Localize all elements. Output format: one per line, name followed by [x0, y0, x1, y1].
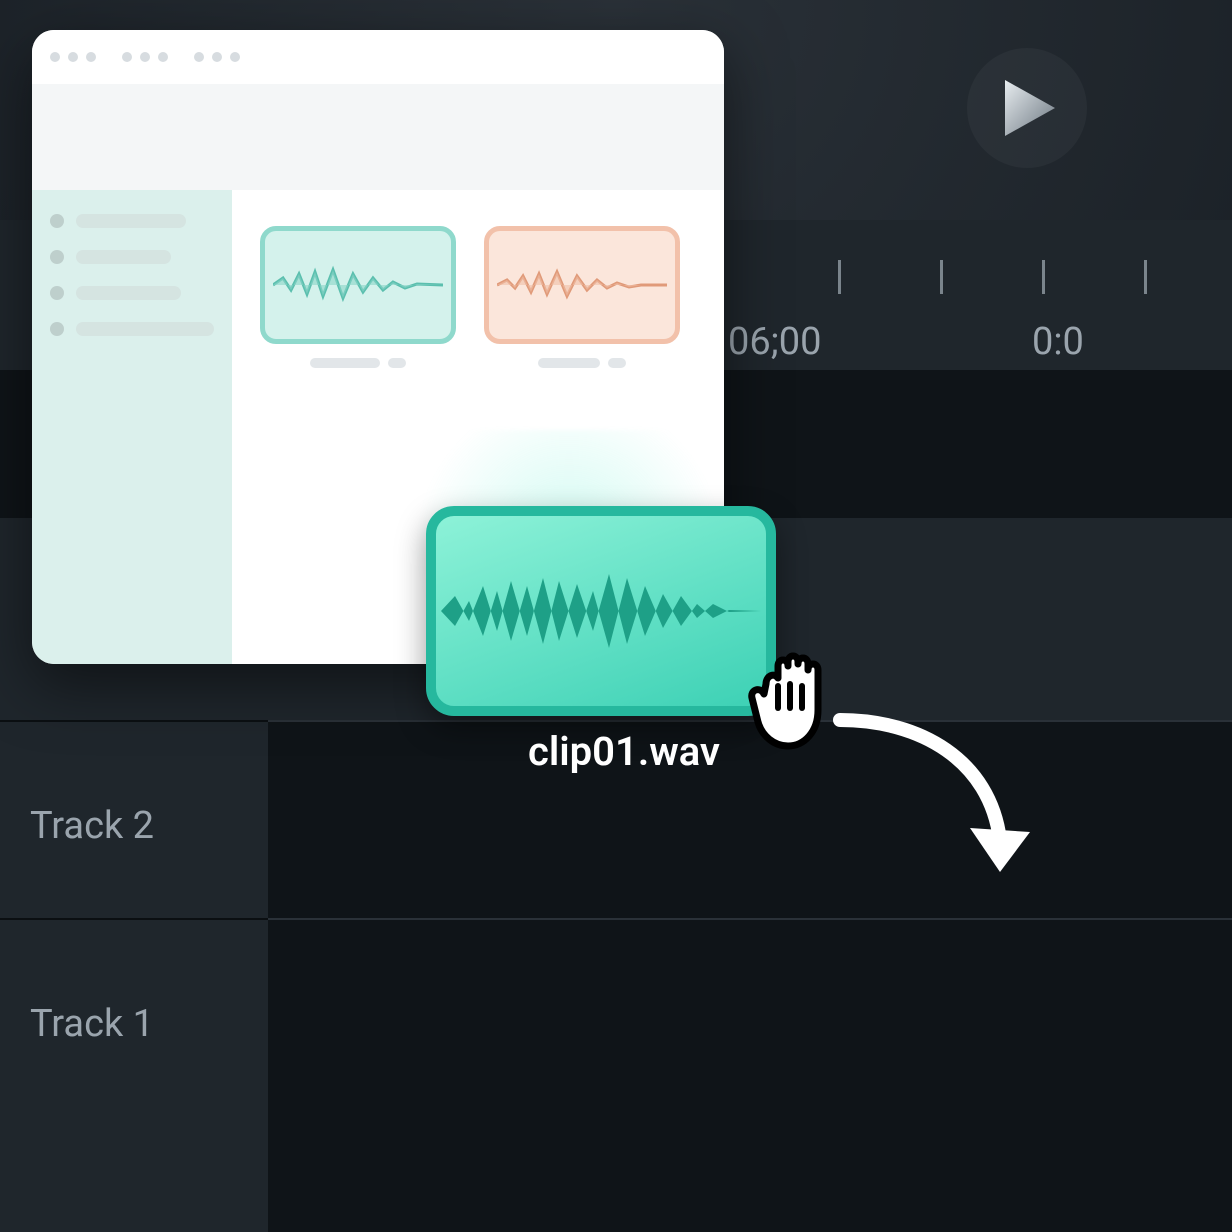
timecode-label: 0:0 [1032, 320, 1084, 364]
file-browser-sidebar[interactable] [32, 190, 232, 664]
clip-thumbnail-orange[interactable] [484, 226, 680, 368]
track-2-label[interactable]: Track 2 [30, 804, 154, 848]
play-button[interactable] [967, 48, 1087, 168]
timeline-tick [838, 260, 841, 294]
timeline-tick [940, 260, 943, 294]
sidebar-item[interactable] [50, 214, 214, 228]
timeline-tick [1144, 260, 1147, 294]
window-controls[interactable] [50, 52, 96, 62]
window-dot[interactable] [68, 52, 78, 62]
sidebar-item[interactable] [50, 322, 214, 336]
timecode-label: 06;00 [728, 320, 821, 364]
window-dot[interactable] [50, 52, 60, 62]
clip-thumbnail-teal[interactable] [260, 226, 456, 368]
window-toolbar [32, 84, 724, 190]
sidebar-item[interactable] [50, 250, 214, 264]
play-icon [1005, 80, 1055, 136]
dragged-clip-name: clip01.wav [528, 728, 720, 775]
waveform-icon [441, 556, 761, 666]
dragged-clip[interactable] [426, 506, 776, 716]
timeline-tick [1042, 260, 1045, 294]
track-1-label[interactable]: Track 1 [30, 1002, 154, 1046]
sidebar-item[interactable] [50, 286, 214, 300]
waveform-icon [273, 260, 443, 310]
window-dot[interactable] [86, 52, 96, 62]
window-titlebar[interactable] [32, 30, 724, 84]
grab-cursor-icon [726, 636, 876, 786]
window-toolbar-dots [194, 52, 240, 62]
window-toolbar-dots [122, 52, 168, 62]
waveform-icon [497, 260, 667, 310]
